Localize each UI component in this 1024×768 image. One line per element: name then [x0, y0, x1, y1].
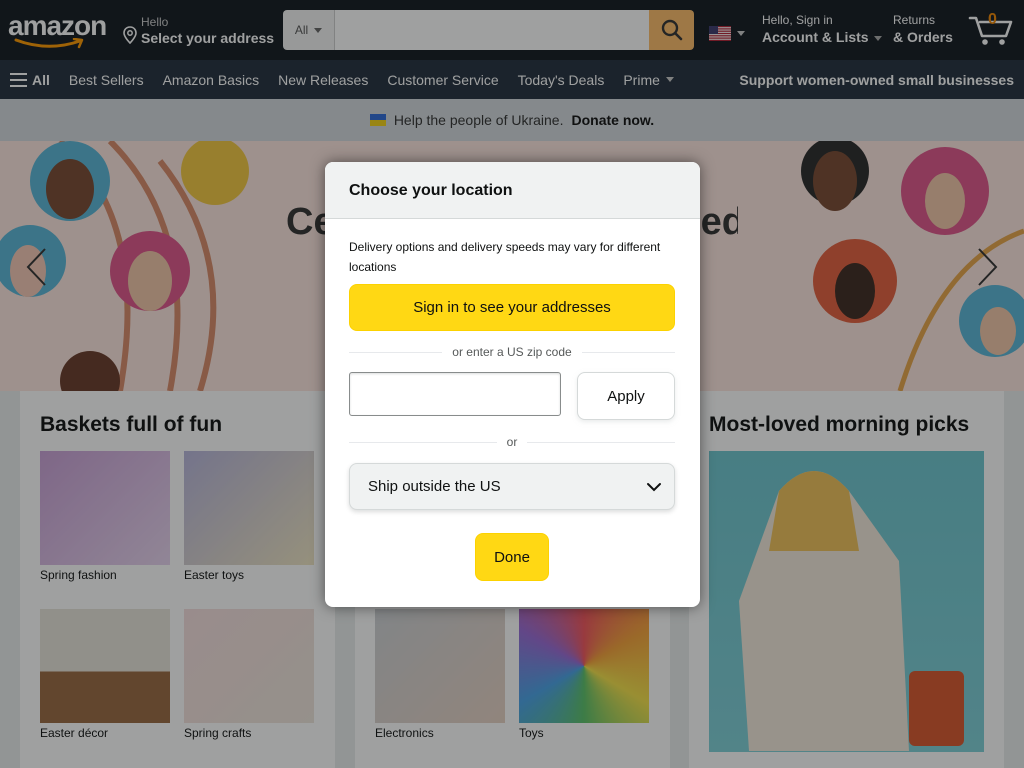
location-modal: Choose your location Delivery options an… — [325, 162, 700, 607]
or-separator: or — [349, 435, 675, 449]
or-separator-label: or — [506, 435, 518, 449]
modal-title: Choose your location — [325, 162, 700, 219]
done-button[interactable]: Done — [475, 533, 549, 581]
sign-in-addresses-button[interactable]: Sign in to see your addresses — [349, 284, 675, 331]
zip-code-input[interactable] — [349, 372, 561, 416]
zip-separator-label: or enter a US zip code — [452, 345, 572, 359]
ship-select-value: Ship outside the US — [368, 478, 501, 495]
ship-outside-select[interactable]: Ship outside the US — [349, 463, 675, 510]
modal-description: Delivery options and delivery speeds may… — [349, 240, 661, 274]
apply-button[interactable]: Apply — [577, 372, 675, 420]
zip-separator: or enter a US zip code — [349, 345, 675, 359]
chevron-down-icon — [647, 482, 661, 491]
